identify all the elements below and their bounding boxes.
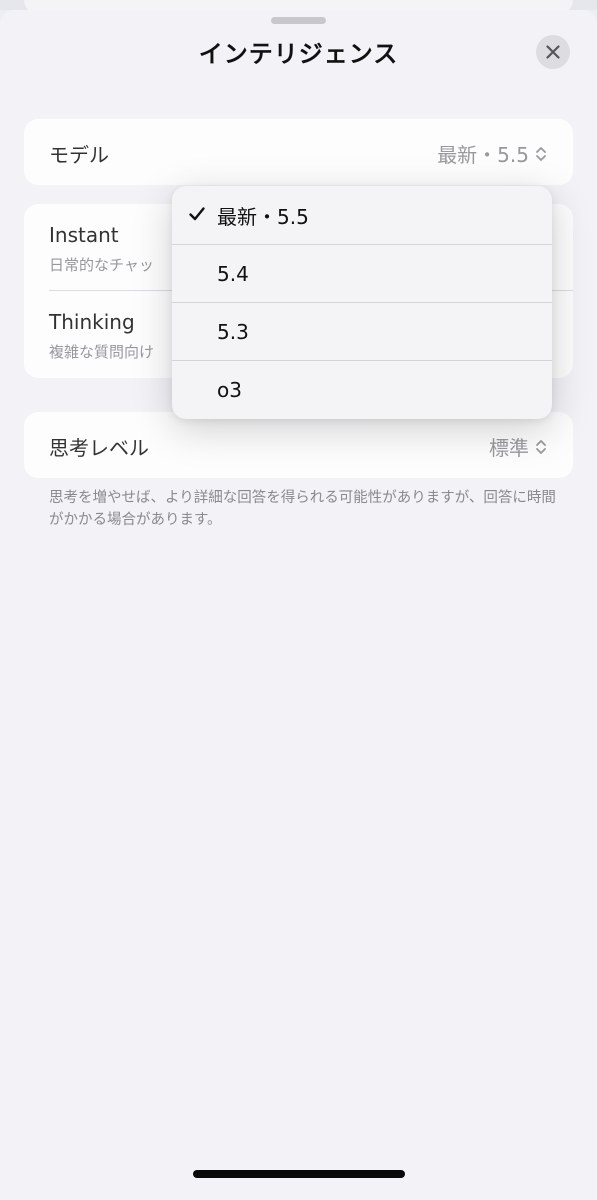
sheet-grabber[interactable] (271, 17, 326, 24)
chevron-up-down-icon (536, 146, 546, 161)
sheet-title: インテリジェンス (198, 40, 399, 68)
model-picker-value: 最新・5.5 (437, 143, 529, 167)
thinking-level-row[interactable]: 思考レベル 標準 (24, 412, 573, 478)
thinking-level-picker[interactable]: 標準 (489, 432, 547, 461)
thinking-level-value: 標準 (489, 436, 529, 460)
mode-option-subtitle: 日常的なチャッ (49, 256, 154, 274)
close-icon (546, 45, 560, 59)
mode-option-label: Instant (49, 223, 119, 247)
menu-item-model[interactable]: o3 (172, 361, 552, 419)
menu-item-label: 5.3 (217, 320, 249, 344)
menu-item-label: 5.4 (217, 262, 249, 286)
thinking-level-footnote: 思考を増やせば、より詳細な回答を得られる可能性がありますが、回答に時間がかかる場… (49, 490, 556, 528)
model-picker[interactable]: 最新・5.5 (437, 139, 547, 168)
mode-option-subtitle: 複雑な質問向け (49, 343, 155, 361)
menu-item-model[interactable]: 5.4 (172, 245, 552, 303)
chevron-up-down-icon (536, 439, 546, 454)
menu-item-model[interactable]: 最新・5.5 (172, 186, 552, 244)
thinking-level-label: 思考レベル (49, 436, 149, 460)
model-dropdown-menu: 最新・5.5 5.4 5.3 o3 (172, 186, 552, 419)
checkmark-icon (189, 207, 205, 221)
menu-item-label: 最新・5.5 (217, 204, 309, 229)
mode-option-label: Thinking (49, 310, 135, 334)
intelligence-sheet: インテリジェンス モデル 最新・5.5 Instant 日常的なチャッ Thin… (0, 10, 597, 1200)
model-row[interactable]: モデル 最新・5.5 (24, 119, 573, 185)
model-row-label: モデル (49, 143, 109, 167)
menu-item-label: o3 (217, 378, 242, 402)
close-button[interactable] (536, 35, 570, 69)
menu-item-model[interactable]: 5.3 (172, 303, 552, 361)
home-indicator[interactable] (193, 1170, 405, 1178)
